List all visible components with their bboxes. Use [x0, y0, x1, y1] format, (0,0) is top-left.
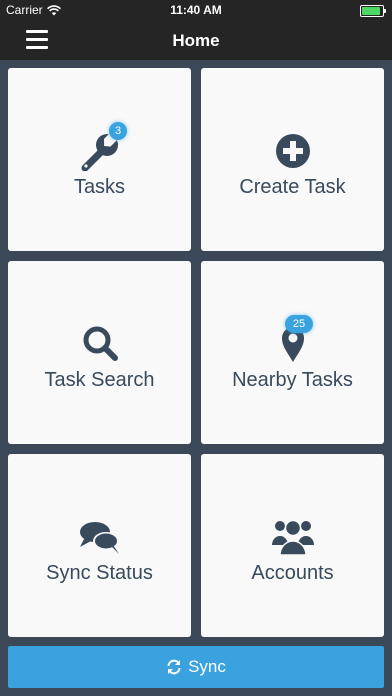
- nav-bar: Home: [0, 20, 392, 60]
- nearby-tasks-badge: 25: [285, 315, 313, 333]
- chat-bubbles-icon: [8, 517, 191, 557]
- sync-label: Sync: [188, 657, 226, 676]
- tasks-tile[interactable]: 3 Tasks: [8, 68, 191, 251]
- tasks-label: Tasks: [73, 176, 126, 198]
- nearby-tasks-tile[interactable]: 25 Nearby Tasks: [201, 261, 384, 444]
- sync-button[interactable]: Sync: [8, 646, 384, 688]
- status-time: 11:40 AM: [170, 3, 222, 17]
- search-icon: [8, 324, 191, 364]
- create-task-tile[interactable]: Create Task: [201, 68, 384, 251]
- page-title: Home: [172, 31, 220, 50]
- wrench-icon: [8, 131, 191, 171]
- accounts-tile[interactable]: Accounts: [201, 454, 384, 637]
- users-icon: [201, 517, 384, 557]
- task-search-tile[interactable]: Task Search: [8, 261, 191, 444]
- sync-status-label: Sync Status: [46, 562, 153, 584]
- accounts-label: Accounts: [251, 562, 334, 584]
- tasks-badge: 3: [109, 122, 127, 140]
- sync-status-tile[interactable]: Sync Status: [8, 454, 191, 637]
- battery-nub: [384, 9, 386, 13]
- nearby-tasks-label: Nearby Tasks: [232, 369, 353, 391]
- refresh-icon: [167, 659, 181, 675]
- create-task-label: Create Task: [239, 176, 346, 198]
- task-search-label: Task Search: [44, 369, 155, 391]
- status-bar: Carrier 11:40 AM: [0, 0, 392, 20]
- plus-circle-icon: [201, 131, 384, 171]
- battery-fill: [362, 7, 380, 15]
- battery-icon: [360, 5, 386, 17]
